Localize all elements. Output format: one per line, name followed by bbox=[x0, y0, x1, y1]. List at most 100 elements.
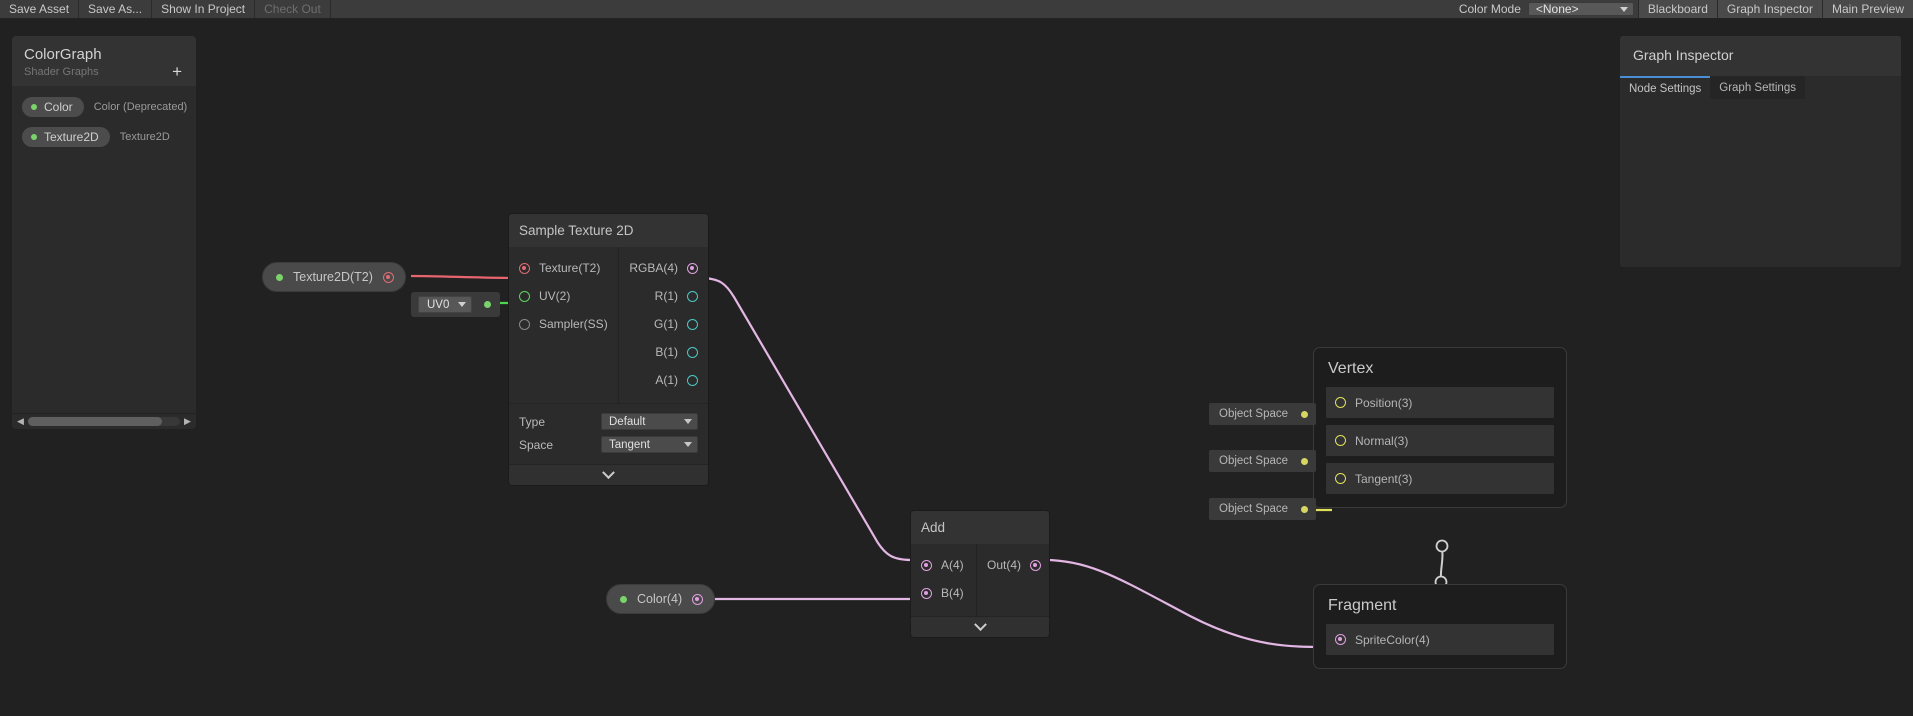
input-port-sampler[interactable]: Sampler(SS) bbox=[509, 310, 618, 338]
wire-rgba-to-add-a bbox=[699, 276, 913, 562]
blackboard-subtitle-row: Shader Graphs + bbox=[24, 63, 184, 80]
toolbar-right-group: Color Mode <None> Blackboard Graph Inspe… bbox=[1452, 0, 1913, 18]
node-title: Add bbox=[911, 511, 1049, 544]
port-label: A(4) bbox=[941, 558, 964, 572]
graph-inspector-panel[interactable]: Graph Inspector Node Settings Graph Sett… bbox=[1619, 35, 1902, 268]
scrollbar-thumb[interactable] bbox=[28, 417, 162, 426]
output-port-texture[interactable] bbox=[382, 271, 394, 283]
output-port-rgba[interactable]: RGBA(4) bbox=[619, 254, 708, 282]
property-node-texture2d[interactable]: Texture2D(T2) bbox=[262, 262, 406, 292]
list-item[interactable]: Texture2D Texture2D bbox=[12, 125, 196, 149]
uv-dropdown[interactable]: UV0 bbox=[418, 296, 473, 313]
save-asset-button[interactable]: Save Asset bbox=[0, 0, 80, 18]
block-tangent[interactable]: Tangent(3) bbox=[1326, 463, 1554, 494]
input-port-b[interactable]: B(4) bbox=[911, 579, 976, 607]
property-status-dot-icon bbox=[276, 273, 283, 281]
main-preview-toggle[interactable]: Main Preview bbox=[1821, 0, 1913, 18]
inspector-tab-bar: Node Settings Graph Settings bbox=[1620, 76, 1901, 99]
scrollbar-track[interactable] bbox=[28, 417, 180, 426]
port-dot-icon[interactable] bbox=[519, 318, 530, 330]
color-mode-dropdown[interactable]: <None> bbox=[1527, 2, 1634, 16]
block-port-icon[interactable] bbox=[1335, 435, 1346, 446]
space-selector-tangent[interactable]: Object Space bbox=[1209, 498, 1317, 520]
output-port-r[interactable]: R(1) bbox=[619, 282, 708, 310]
scroll-right-arrow-icon[interactable]: ▶ bbox=[182, 416, 193, 427]
node-inputs: A(4) B(4) bbox=[911, 544, 977, 616]
blackboard-header: ColorGraph Shader Graphs + bbox=[12, 36, 196, 86]
space-selector-position[interactable]: Object Space bbox=[1209, 403, 1317, 425]
port-dot-icon[interactable] bbox=[519, 262, 530, 274]
block-label: Position(3) bbox=[1355, 395, 1413, 410]
chevron-down-icon bbox=[458, 302, 467, 307]
port-dot-icon[interactable] bbox=[921, 587, 932, 599]
block-position[interactable]: Position(3) bbox=[1326, 387, 1554, 418]
port-label: R(1) bbox=[654, 289, 678, 303]
blackboard-title: ColorGraph bbox=[24, 46, 102, 63]
blackboard-panel[interactable]: ColorGraph Shader Graphs + Color Color (… bbox=[11, 35, 197, 430]
blackboard-toggle[interactable]: Blackboard bbox=[1637, 0, 1717, 18]
property-status-dot-icon bbox=[31, 104, 37, 110]
blackboard-horizontal-scrollbar[interactable]: ◀ ▶ bbox=[12, 413, 196, 429]
node-expand-toggle[interactable] bbox=[509, 464, 708, 485]
property-pill-color[interactable]: Color bbox=[22, 97, 84, 117]
type-dropdown[interactable]: Default bbox=[601, 413, 698, 430]
setting-label: Type bbox=[519, 414, 546, 429]
space-output-pin[interactable] bbox=[1301, 505, 1309, 513]
show-in-project-button[interactable]: Show In Project bbox=[152, 0, 256, 18]
uv-channel-widget[interactable]: UV0 bbox=[411, 292, 501, 317]
property-status-dot-icon bbox=[31, 134, 37, 140]
space-dropdown[interactable]: Tangent bbox=[601, 436, 698, 453]
scroll-left-arrow-icon[interactable]: ◀ bbox=[15, 416, 26, 427]
stack-fragment[interactable]: Fragment SpriteColor(4) bbox=[1313, 584, 1567, 669]
stack-title: Vertex bbox=[1328, 360, 1374, 377]
port-dot-icon[interactable] bbox=[687, 346, 698, 358]
node-sample-texture-2d[interactable]: Sample Texture 2D Texture(T2) UV(2) Samp… bbox=[508, 213, 709, 486]
port-dot-icon[interactable] bbox=[519, 290, 530, 302]
stack-vertex[interactable]: Vertex Position(3) Normal(3) Tangent(3) bbox=[1313, 347, 1567, 508]
add-property-button[interactable]: + bbox=[172, 63, 184, 80]
property-node-color[interactable]: Color(4) bbox=[606, 584, 716, 614]
output-port-color[interactable] bbox=[692, 593, 704, 605]
color-mode-value: <None> bbox=[1535, 2, 1579, 16]
block-port-icon[interactable] bbox=[1335, 634, 1346, 645]
port-dot-icon[interactable] bbox=[1030, 559, 1042, 571]
output-port-g[interactable]: G(1) bbox=[619, 310, 708, 338]
block-normal[interactable]: Normal(3) bbox=[1326, 425, 1554, 456]
port-dot-icon[interactable] bbox=[687, 374, 698, 386]
block-port-icon[interactable] bbox=[1335, 397, 1346, 408]
chevron-down-icon bbox=[684, 419, 692, 424]
port-dot-icon[interactable] bbox=[687, 318, 698, 330]
property-type: Color (Deprecated) bbox=[93, 101, 188, 113]
list-item[interactable]: Color Color (Deprecated) bbox=[12, 95, 196, 119]
wire-texture bbox=[410, 274, 520, 280]
wire-vertex-fragment bbox=[1439, 547, 1444, 581]
space-output-pin[interactable] bbox=[1301, 457, 1309, 465]
tab-graph-settings[interactable]: Graph Settings bbox=[1710, 76, 1805, 99]
blackboard-subtitle: Shader Graphs bbox=[24, 66, 99, 78]
node-add[interactable]: Add A(4) B(4) Out(4) bbox=[910, 510, 1050, 638]
save-as-button[interactable]: Save As... bbox=[79, 0, 153, 18]
graph-inspector-toggle[interactable]: Graph Inspector bbox=[1716, 0, 1822, 18]
space-output-pin[interactable] bbox=[1301, 410, 1309, 418]
output-port-out[interactable]: Out(4) bbox=[977, 551, 1049, 579]
tab-node-settings[interactable]: Node Settings bbox=[1620, 76, 1711, 99]
port-label: Sampler(SS) bbox=[539, 317, 608, 331]
block-port-icon[interactable] bbox=[1335, 473, 1346, 484]
input-port-a[interactable]: A(4) bbox=[911, 551, 976, 579]
property-pill-texture2d[interactable]: Texture2D bbox=[22, 127, 110, 147]
input-port-texture[interactable]: Texture(T2) bbox=[509, 254, 618, 282]
block-spritecolor[interactable]: SpriteColor(4) bbox=[1326, 624, 1554, 655]
space-selector-normal[interactable]: Object Space bbox=[1209, 450, 1317, 472]
property-type: Texture2D bbox=[119, 131, 170, 143]
output-port-a[interactable]: A(1) bbox=[619, 366, 708, 394]
graph-canvas[interactable]: ColorGraph Shader Graphs + Color Color (… bbox=[0, 19, 1913, 716]
input-port-uv[interactable]: UV(2) bbox=[509, 282, 618, 310]
uv-output-pin[interactable] bbox=[484, 301, 492, 308]
output-port-b[interactable]: B(1) bbox=[619, 338, 708, 366]
node-expand-toggle[interactable] bbox=[911, 616, 1049, 637]
block-label: Normal(3) bbox=[1355, 433, 1409, 448]
port-dot-icon[interactable] bbox=[687, 262, 698, 274]
port-dot-icon[interactable] bbox=[687, 290, 698, 302]
setting-space: Space Tangent bbox=[519, 433, 698, 456]
port-dot-icon[interactable] bbox=[921, 559, 932, 571]
